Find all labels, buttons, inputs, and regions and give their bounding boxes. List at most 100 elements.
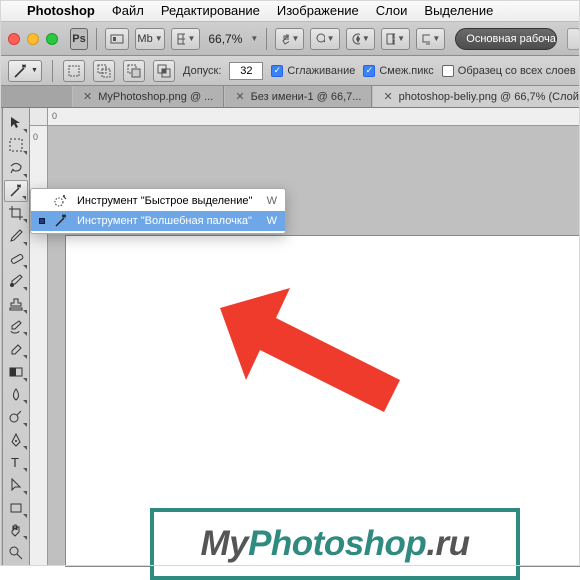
- flyout-item-quick-selection[interactable]: Инструмент "Быстрое выделение" W: [31, 191, 285, 211]
- menu-edit[interactable]: Редактирование: [161, 3, 260, 18]
- tool-crop[interactable]: [4, 203, 28, 225]
- tolerance-input[interactable]: [229, 62, 263, 80]
- flyout-selection-marker: [39, 218, 45, 224]
- path-select-icon: [8, 477, 24, 493]
- zoom-tool-button[interactable]: ▼: [310, 28, 339, 50]
- selection-new-button[interactable]: [63, 60, 85, 82]
- hand-icon: [8, 522, 24, 538]
- document-tab-active[interactable]: ✕ photoshop-beliy.png @ 66,7% (Слой 0, R: [372, 86, 580, 107]
- tool-dodge[interactable]: [4, 406, 28, 428]
- workspace-switcher[interactable]: Основная рабоча...: [455, 28, 556, 50]
- tool-eyedropper[interactable]: [4, 225, 28, 247]
- app-menu[interactable]: Photoshop: [27, 3, 95, 18]
- menu-layers[interactable]: Слои: [376, 3, 408, 18]
- tool-magic-wand[interactable]: [4, 180, 28, 202]
- tool-blur[interactable]: [4, 384, 28, 406]
- hand-tool-button[interactable]: ▼: [275, 28, 304, 50]
- window-controls: [8, 33, 58, 45]
- antialias-checkbox[interactable]: ✓: [271, 65, 283, 77]
- flyout-item-shortcut: W: [267, 215, 277, 227]
- tool-healing-brush[interactable]: [4, 248, 28, 270]
- view-extras-button[interactable]: ▼: [171, 28, 200, 50]
- canvas-logo-box: MyPhotoshop.ru: [150, 508, 520, 580]
- selection-intersect-button[interactable]: [153, 60, 175, 82]
- chevron-down-icon: ▼: [187, 34, 195, 43]
- brush-icon: [8, 273, 24, 289]
- arrange-docs-button[interactable]: ▼: [381, 28, 410, 50]
- type-icon: T: [8, 454, 24, 470]
- magnifier-icon: [8, 545, 24, 561]
- window-maximize[interactable]: [46, 33, 58, 45]
- tool-brush[interactable]: [4, 271, 28, 293]
- search-button[interactable]: [567, 28, 580, 50]
- close-icon[interactable]: ✕: [83, 90, 92, 103]
- document-tab[interactable]: ✕ MyPhotoshop.png @ ...: [72, 86, 224, 107]
- tool-pen[interactable]: [4, 429, 28, 451]
- selection-subtract-icon: [127, 64, 141, 78]
- screen-mode-button[interactable]: ▼: [416, 28, 445, 50]
- zoom-level[interactable]: 66,7%: [206, 32, 244, 46]
- logo-text-part2: Photoshop: [248, 524, 426, 563]
- macos-menu-bar: Photoshop Файл Редактирование Изображени…: [0, 0, 580, 22]
- tool-zoom[interactable]: [4, 542, 28, 564]
- tool-path[interactable]: [4, 474, 28, 496]
- antialias-checkbox-wrap[interactable]: ✓ Сглаживание: [271, 65, 355, 77]
- menu-file[interactable]: Файл: [112, 3, 144, 18]
- document-tab[interactable]: ✕ Без имени-1 @ 66,7...: [224, 86, 372, 107]
- window-close[interactable]: [8, 33, 20, 45]
- tool-flyout-menu: Инструмент "Быстрое выделение" W Инструм…: [30, 188, 286, 234]
- grid-icon: [176, 32, 185, 46]
- contiguous-checkbox-wrap[interactable]: ✓ Смеж.пикс: [363, 65, 433, 77]
- chevron-down-icon[interactable]: ▼: [250, 34, 258, 43]
- rotate-view-button[interactable]: ▼: [346, 28, 375, 50]
- flyout-item-shortcut: W: [267, 195, 277, 207]
- workspace: T 0 0 1 Инструмент "Быстрое выделение" W: [0, 108, 580, 566]
- selection-add-button[interactable]: [93, 60, 115, 82]
- magnifier-icon: [315, 32, 324, 46]
- eyedropper-icon: [8, 228, 24, 244]
- minibridge-button[interactable]: Mb ▼: [135, 28, 165, 50]
- ruler-origin[interactable]: [30, 108, 48, 126]
- tool-clone-stamp[interactable]: [4, 293, 28, 315]
- stamp-icon: [8, 296, 24, 312]
- tool-history-brush[interactable]: [4, 316, 28, 338]
- current-tool-preset[interactable]: ▼: [8, 60, 42, 82]
- tool-lasso[interactable]: [4, 157, 28, 179]
- ruler-mark: 0: [52, 111, 57, 121]
- divider: [96, 28, 97, 50]
- selection-subtract-button[interactable]: [123, 60, 145, 82]
- divider: [266, 28, 267, 50]
- bridge-button[interactable]: [105, 28, 129, 50]
- chevron-down-icon: ▼: [31, 67, 38, 74]
- tool-marquee[interactable]: [4, 135, 28, 157]
- flyout-item-magic-wand[interactable]: Инструмент "Волшебная палочка" W: [31, 211, 285, 231]
- bandaid-icon: [8, 251, 24, 267]
- tool-shape[interactable]: [4, 497, 28, 519]
- window-minimize[interactable]: [27, 33, 39, 45]
- flyout-item-label: Инструмент "Быстрое выделение": [77, 195, 252, 207]
- close-icon[interactable]: ✕: [383, 90, 392, 103]
- tool-hand[interactable]: [4, 520, 28, 542]
- tolerance-label: Допуск:: [183, 65, 221, 77]
- sample-all-label: Образец со всех слоев: [458, 65, 576, 77]
- tool-eraser[interactable]: [4, 338, 28, 360]
- eraser-icon: [8, 341, 24, 357]
- menu-image[interactable]: Изображение: [277, 3, 359, 18]
- compass-icon: [351, 32, 360, 46]
- menu-select[interactable]: Выделение: [424, 3, 493, 18]
- ps-logo-icon: Ps: [70, 28, 88, 50]
- tool-type[interactable]: T: [4, 452, 28, 474]
- sample-all-checkbox[interactable]: [442, 65, 454, 77]
- tool-move[interactable]: [4, 112, 28, 134]
- close-icon[interactable]: ✕: [235, 90, 244, 103]
- chevron-down-icon: ▼: [327, 34, 335, 43]
- tab-label: Без имени-1 @ 66,7...: [251, 91, 362, 103]
- hand-icon: [280, 32, 289, 46]
- tool-gradient[interactable]: [4, 361, 28, 383]
- flyout-item-label: Инструмент "Волшебная палочка": [77, 215, 252, 227]
- logo-text-part1: My: [200, 524, 248, 563]
- contiguous-checkbox[interactable]: ✓: [363, 65, 375, 77]
- ruler-horizontal[interactable]: 0: [30, 108, 580, 126]
- sample-all-checkbox-wrap[interactable]: Образец со всех слоев: [442, 65, 576, 77]
- bridge-icon: [110, 32, 124, 46]
